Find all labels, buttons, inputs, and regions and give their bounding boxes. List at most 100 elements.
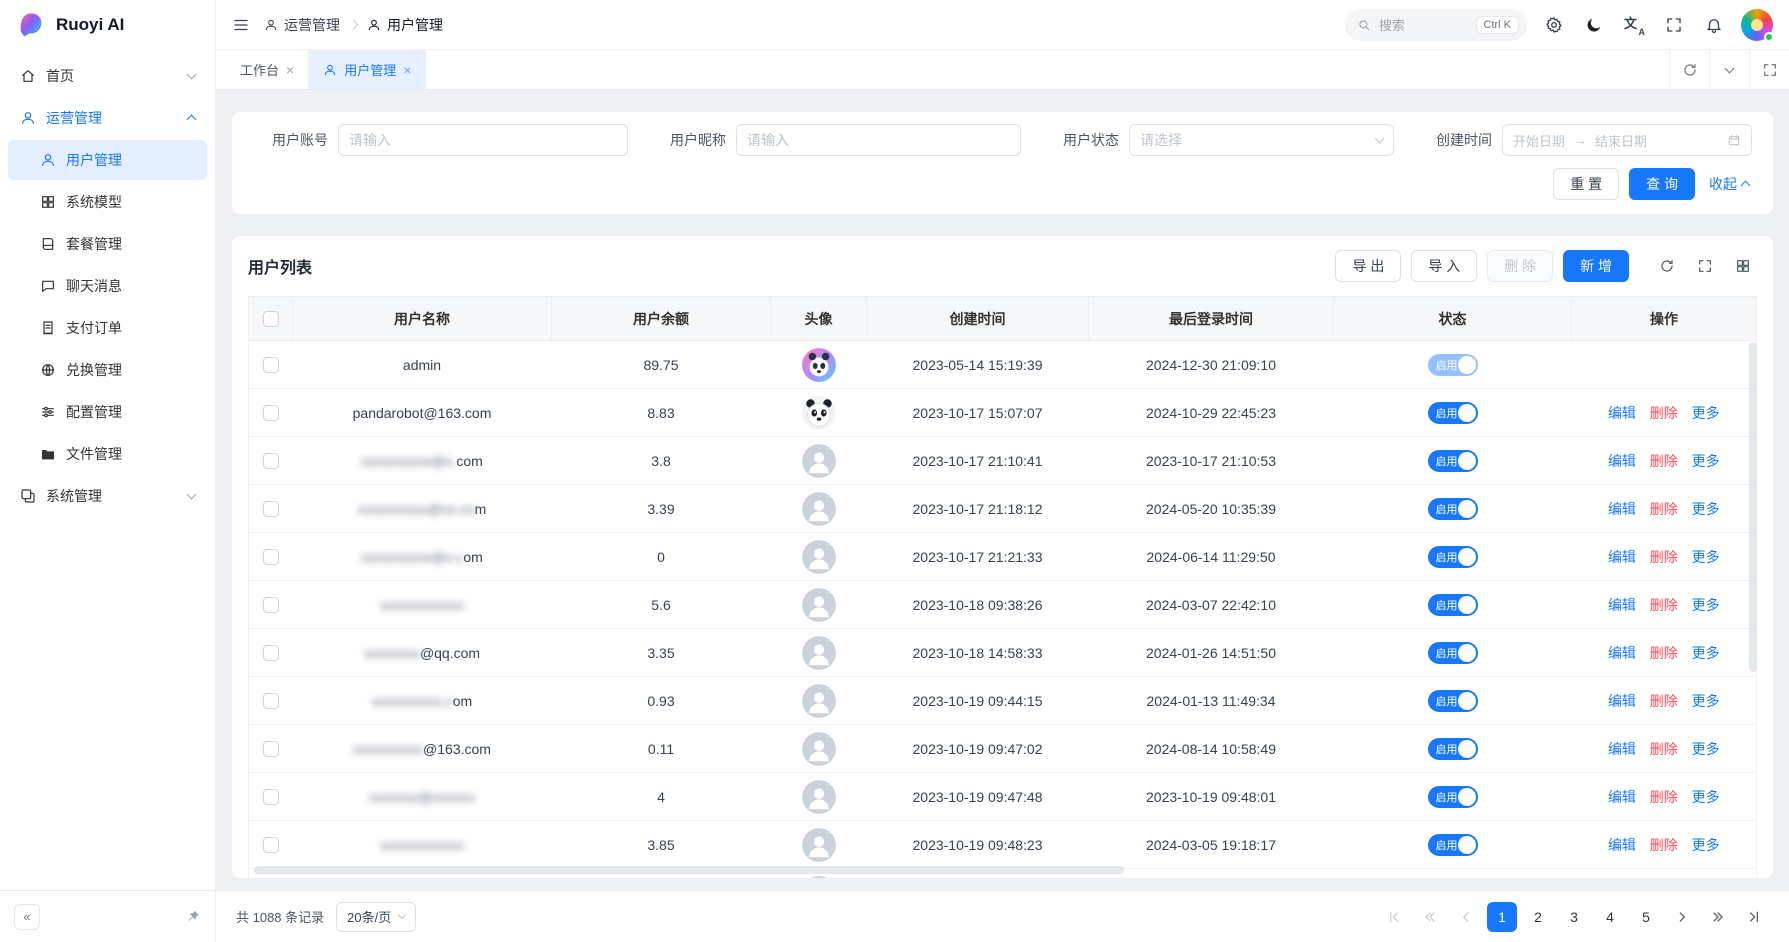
page-button-4[interactable]: 4	[1595, 902, 1625, 932]
hamburger-menu-icon[interactable]	[232, 16, 250, 34]
delete-link[interactable]: 删除	[1650, 837, 1678, 853]
refresh-table-icon[interactable]	[1653, 252, 1681, 280]
app-logo[interactable]: Ruoyi AI	[0, 0, 215, 50]
more-link[interactable]: 更多	[1692, 597, 1720, 613]
row-checkbox[interactable]	[263, 549, 279, 565]
status-toggle[interactable]: 启用	[1428, 402, 1478, 424]
row-checkbox[interactable]	[263, 645, 279, 661]
close-icon[interactable]: ×	[403, 63, 411, 77]
user-account-input[interactable]	[338, 124, 628, 156]
forward-five-pages-button[interactable]	[1703, 902, 1733, 932]
sidebar-item-exchange-management[interactable]: 兑换管理	[8, 350, 207, 390]
status-toggle[interactable]: 启用	[1428, 354, 1478, 376]
more-link[interactable]: 更多	[1692, 789, 1720, 805]
more-link[interactable]: 更多	[1692, 645, 1720, 661]
sidebar-item-home[interactable]: 首页	[8, 56, 207, 96]
pin-icon[interactable]	[186, 909, 201, 924]
fullscreen-icon[interactable]	[1661, 12, 1687, 38]
edit-link[interactable]: 编辑	[1608, 549, 1636, 565]
created-time-range-picker[interactable]: 开始日期 → 结束日期	[1502, 124, 1752, 156]
export-button[interactable]: 导 出	[1335, 250, 1401, 282]
more-link[interactable]: 更多	[1692, 405, 1720, 421]
sidebar-item-config-management[interactable]: 配置管理	[8, 392, 207, 432]
column-settings-grid-icon[interactable]	[1729, 252, 1757, 280]
edit-link[interactable]: 编辑	[1608, 741, 1636, 757]
next-page-button[interactable]	[1667, 902, 1697, 932]
page-button-5[interactable]: 5	[1631, 902, 1661, 932]
tab-user-management[interactable]: 用户管理 ×	[309, 50, 426, 89]
more-link[interactable]: 更多	[1692, 837, 1720, 853]
row-checkbox[interactable]	[263, 741, 279, 757]
breadcrumb-user-management[interactable]: 用户管理	[367, 15, 443, 35]
edit-link[interactable]: 编辑	[1608, 405, 1636, 421]
page-button-2[interactable]: 2	[1523, 902, 1553, 932]
delete-link[interactable]: 删除	[1650, 501, 1678, 517]
profile-avatar[interactable]	[1741, 9, 1773, 41]
status-toggle[interactable]: 启用	[1428, 834, 1478, 856]
last-page-button[interactable]	[1739, 902, 1769, 932]
edit-link[interactable]: 编辑	[1608, 693, 1636, 709]
row-checkbox[interactable]	[263, 837, 279, 853]
close-icon[interactable]: ×	[286, 63, 294, 77]
user-status-select[interactable]: 请选择	[1129, 124, 1394, 156]
status-toggle[interactable]: 启用	[1428, 690, 1478, 712]
edit-link[interactable]: 编辑	[1608, 501, 1636, 517]
status-toggle[interactable]: 启用	[1428, 738, 1478, 760]
status-toggle[interactable]: 启用	[1428, 786, 1478, 808]
row-checkbox[interactable]	[263, 597, 279, 613]
horizontal-scrollbar[interactable]	[254, 866, 1124, 874]
delete-link[interactable]: 删除	[1650, 789, 1678, 805]
sidebar-item-operations[interactable]: 运营管理	[8, 98, 207, 138]
sidebar-item-system-model[interactable]: 系统模型	[8, 182, 207, 222]
collapse-filters-link[interactable]: 收起	[1709, 174, 1749, 194]
edit-link[interactable]: 编辑	[1608, 453, 1636, 469]
more-link[interactable]: 更多	[1692, 693, 1720, 709]
collapse-sidebar-button[interactable]: «	[14, 904, 40, 930]
settings-gear-icon[interactable]	[1541, 12, 1567, 38]
sidebar-item-payment-orders[interactable]: 支付订单	[8, 308, 207, 348]
delete-link[interactable]: 删除	[1650, 549, 1678, 565]
import-button[interactable]: 导 入	[1411, 250, 1477, 282]
row-checkbox[interactable]	[263, 357, 279, 373]
table-fullscreen-icon[interactable]	[1691, 252, 1719, 280]
edit-link[interactable]: 编辑	[1608, 645, 1636, 661]
edit-link[interactable]: 编辑	[1608, 789, 1636, 805]
delete-link[interactable]: 删除	[1650, 693, 1678, 709]
status-toggle[interactable]: 启用	[1428, 546, 1478, 568]
edit-link[interactable]: 编辑	[1608, 597, 1636, 613]
notifications-bell-icon[interactable]	[1701, 12, 1727, 38]
sidebar-item-package-management[interactable]: 套餐管理	[8, 224, 207, 264]
add-button[interactable]: 新 增	[1563, 250, 1629, 282]
sidebar-item-system-management[interactable]: 系统管理	[8, 476, 207, 516]
global-search[interactable]: 搜索 Ctrl K	[1345, 9, 1527, 41]
more-link[interactable]: 更多	[1692, 549, 1720, 565]
row-checkbox[interactable]	[263, 789, 279, 805]
row-checkbox[interactable]	[263, 405, 279, 421]
row-checkbox[interactable]	[263, 693, 279, 709]
sidebar-item-chat-messages[interactable]: 聊天消息	[8, 266, 207, 306]
breadcrumb-operations[interactable]: 运营管理	[264, 15, 340, 35]
dark-mode-moon-icon[interactable]	[1581, 12, 1607, 38]
language-translate-icon[interactable]: 文A	[1621, 12, 1647, 38]
back-five-pages-button[interactable]	[1415, 902, 1445, 932]
status-toggle[interactable]: 启用	[1428, 450, 1478, 472]
sidebar-item-file-management[interactable]: 文件管理	[8, 434, 207, 474]
page-button-3[interactable]: 3	[1559, 902, 1589, 932]
sidebar-item-user-management[interactable]: 用户管理	[8, 140, 207, 180]
page-button-1[interactable]: 1	[1487, 902, 1517, 932]
select-all-checkbox[interactable]	[263, 311, 279, 327]
delete-link[interactable]: 删除	[1650, 405, 1678, 421]
row-checkbox[interactable]	[263, 501, 279, 517]
more-link[interactable]: 更多	[1692, 453, 1720, 469]
edit-link[interactable]: 编辑	[1608, 837, 1636, 853]
status-toggle[interactable]: 启用	[1428, 642, 1478, 664]
reset-button[interactable]: 重 置	[1553, 168, 1619, 200]
page-size-select[interactable]: 20条/页	[336, 902, 416, 932]
previous-page-button[interactable]	[1451, 902, 1481, 932]
tab-workbench[interactable]: 工作台 ×	[226, 50, 309, 89]
content-fullscreen-icon[interactable]	[1749, 50, 1789, 89]
refresh-tab-icon[interactable]	[1669, 50, 1709, 89]
delete-link[interactable]: 删除	[1650, 741, 1678, 757]
user-nickname-input[interactable]	[736, 124, 1021, 156]
more-link[interactable]: 更多	[1692, 501, 1720, 517]
